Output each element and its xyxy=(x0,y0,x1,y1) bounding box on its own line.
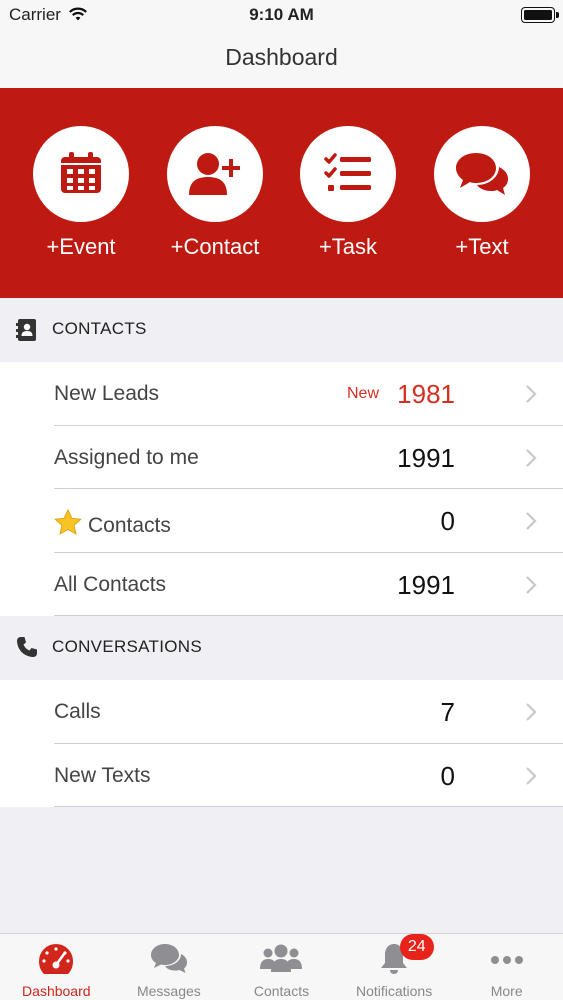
task-list-icon xyxy=(324,153,371,191)
conversations-section-header: CONVERSATIONS xyxy=(0,616,563,680)
row-divider xyxy=(54,806,563,807)
new-leads-row[interactable]: New Leads New 1981 xyxy=(0,362,563,426)
row-label: New Texts xyxy=(54,763,151,787)
add-task-circle xyxy=(300,126,396,222)
page-title: Dashboard xyxy=(225,44,338,70)
tab-contacts[interactable]: Contacts xyxy=(225,934,338,1000)
row-count: 1991 xyxy=(397,442,455,473)
status-time: 9:10 AM xyxy=(249,5,314,24)
chevron-right-icon xyxy=(525,766,537,791)
tab-dashboard[interactable]: Dashboard xyxy=(0,934,113,1000)
chevron-right-icon xyxy=(525,511,537,536)
contacts-section-title: CONTACTS xyxy=(52,319,147,338)
row-label: Contacts xyxy=(88,514,171,537)
row-label: All Contacts xyxy=(54,572,167,596)
row-label-wrapper: Contacts xyxy=(54,508,171,541)
add-contact-label: +Contact xyxy=(170,234,260,259)
tab-label: Dashboard xyxy=(22,983,91,999)
row-count: 0 xyxy=(440,506,455,536)
tab-bar: Dashboard Messages Contacts 24 Notificat… xyxy=(0,933,563,1000)
tab-messages[interactable]: Messages xyxy=(113,934,226,1000)
navigation-bar: Dashboard xyxy=(0,30,563,88)
add-task-label: +Task xyxy=(318,234,378,259)
conversations-list: Calls 7 New Texts 0 xyxy=(0,680,563,807)
row-label: New Leads xyxy=(54,382,160,405)
contacts-section-header: CONTACTS xyxy=(0,298,563,362)
chevron-right-icon xyxy=(525,448,537,473)
battery-icon xyxy=(521,7,559,23)
tab-more[interactable]: More xyxy=(450,934,563,1000)
notification-count-badge: 24 xyxy=(399,934,434,960)
calendar-icon xyxy=(61,152,101,193)
phone-icon xyxy=(16,636,38,663)
tab-label: Contacts xyxy=(253,983,310,999)
add-text-circle xyxy=(434,126,530,222)
chat-bubbles-icon xyxy=(456,153,508,195)
add-contact-icon xyxy=(189,153,240,195)
tab-label: More xyxy=(490,983,523,999)
add-task-button[interactable]: +Task xyxy=(283,126,413,260)
quick-actions-panel: +Event +Contact +Task +Text xyxy=(0,88,563,298)
assigned-to-me-row[interactable]: Assigned to me 1991 xyxy=(0,426,563,489)
row-count: 7 xyxy=(440,697,455,727)
tab-label: Messages xyxy=(136,983,201,999)
row-label: Calls xyxy=(54,700,101,723)
chat-icon xyxy=(113,942,226,976)
calls-row[interactable]: Calls 7 xyxy=(0,680,563,744)
tab-notifications[interactable]: 24 Notifications xyxy=(338,934,451,1000)
add-contact-circle xyxy=(167,126,263,222)
address-book-icon xyxy=(16,318,38,347)
starred-contacts-row[interactable]: Contacts 0 xyxy=(0,489,563,553)
add-text-label: +Text xyxy=(455,234,509,259)
add-event-button[interactable]: +Event xyxy=(16,126,146,260)
speedometer-icon xyxy=(0,942,113,976)
new-badge: New xyxy=(346,385,379,402)
row-count: 1991 xyxy=(397,569,455,600)
contacts-list: New Leads New 1981 Assigned to me 1991 C… xyxy=(0,362,563,616)
more-dots-icon xyxy=(450,942,563,976)
row-count: 1981 xyxy=(397,379,455,409)
add-text-button[interactable]: +Text xyxy=(417,126,547,260)
add-contact-button[interactable]: +Contact xyxy=(150,126,280,260)
all-contacts-row[interactable]: All Contacts 1991 xyxy=(0,553,563,616)
add-event-circle xyxy=(33,126,129,222)
tab-label: Notifications xyxy=(355,983,433,999)
people-icon xyxy=(225,942,338,976)
chevron-right-icon xyxy=(525,575,537,600)
conversations-section-title: CONVERSATIONS xyxy=(52,637,202,656)
row-count: 0 xyxy=(440,760,455,791)
star-icon xyxy=(54,508,82,541)
chevron-right-icon xyxy=(525,702,537,727)
add-event-label: +Event xyxy=(46,234,116,259)
status-bar: Carrier 9:10 AM xyxy=(0,0,563,30)
new-texts-row[interactable]: New Texts 0 xyxy=(0,744,563,807)
chevron-right-icon xyxy=(525,384,537,409)
row-label: Assigned to me xyxy=(54,445,199,469)
